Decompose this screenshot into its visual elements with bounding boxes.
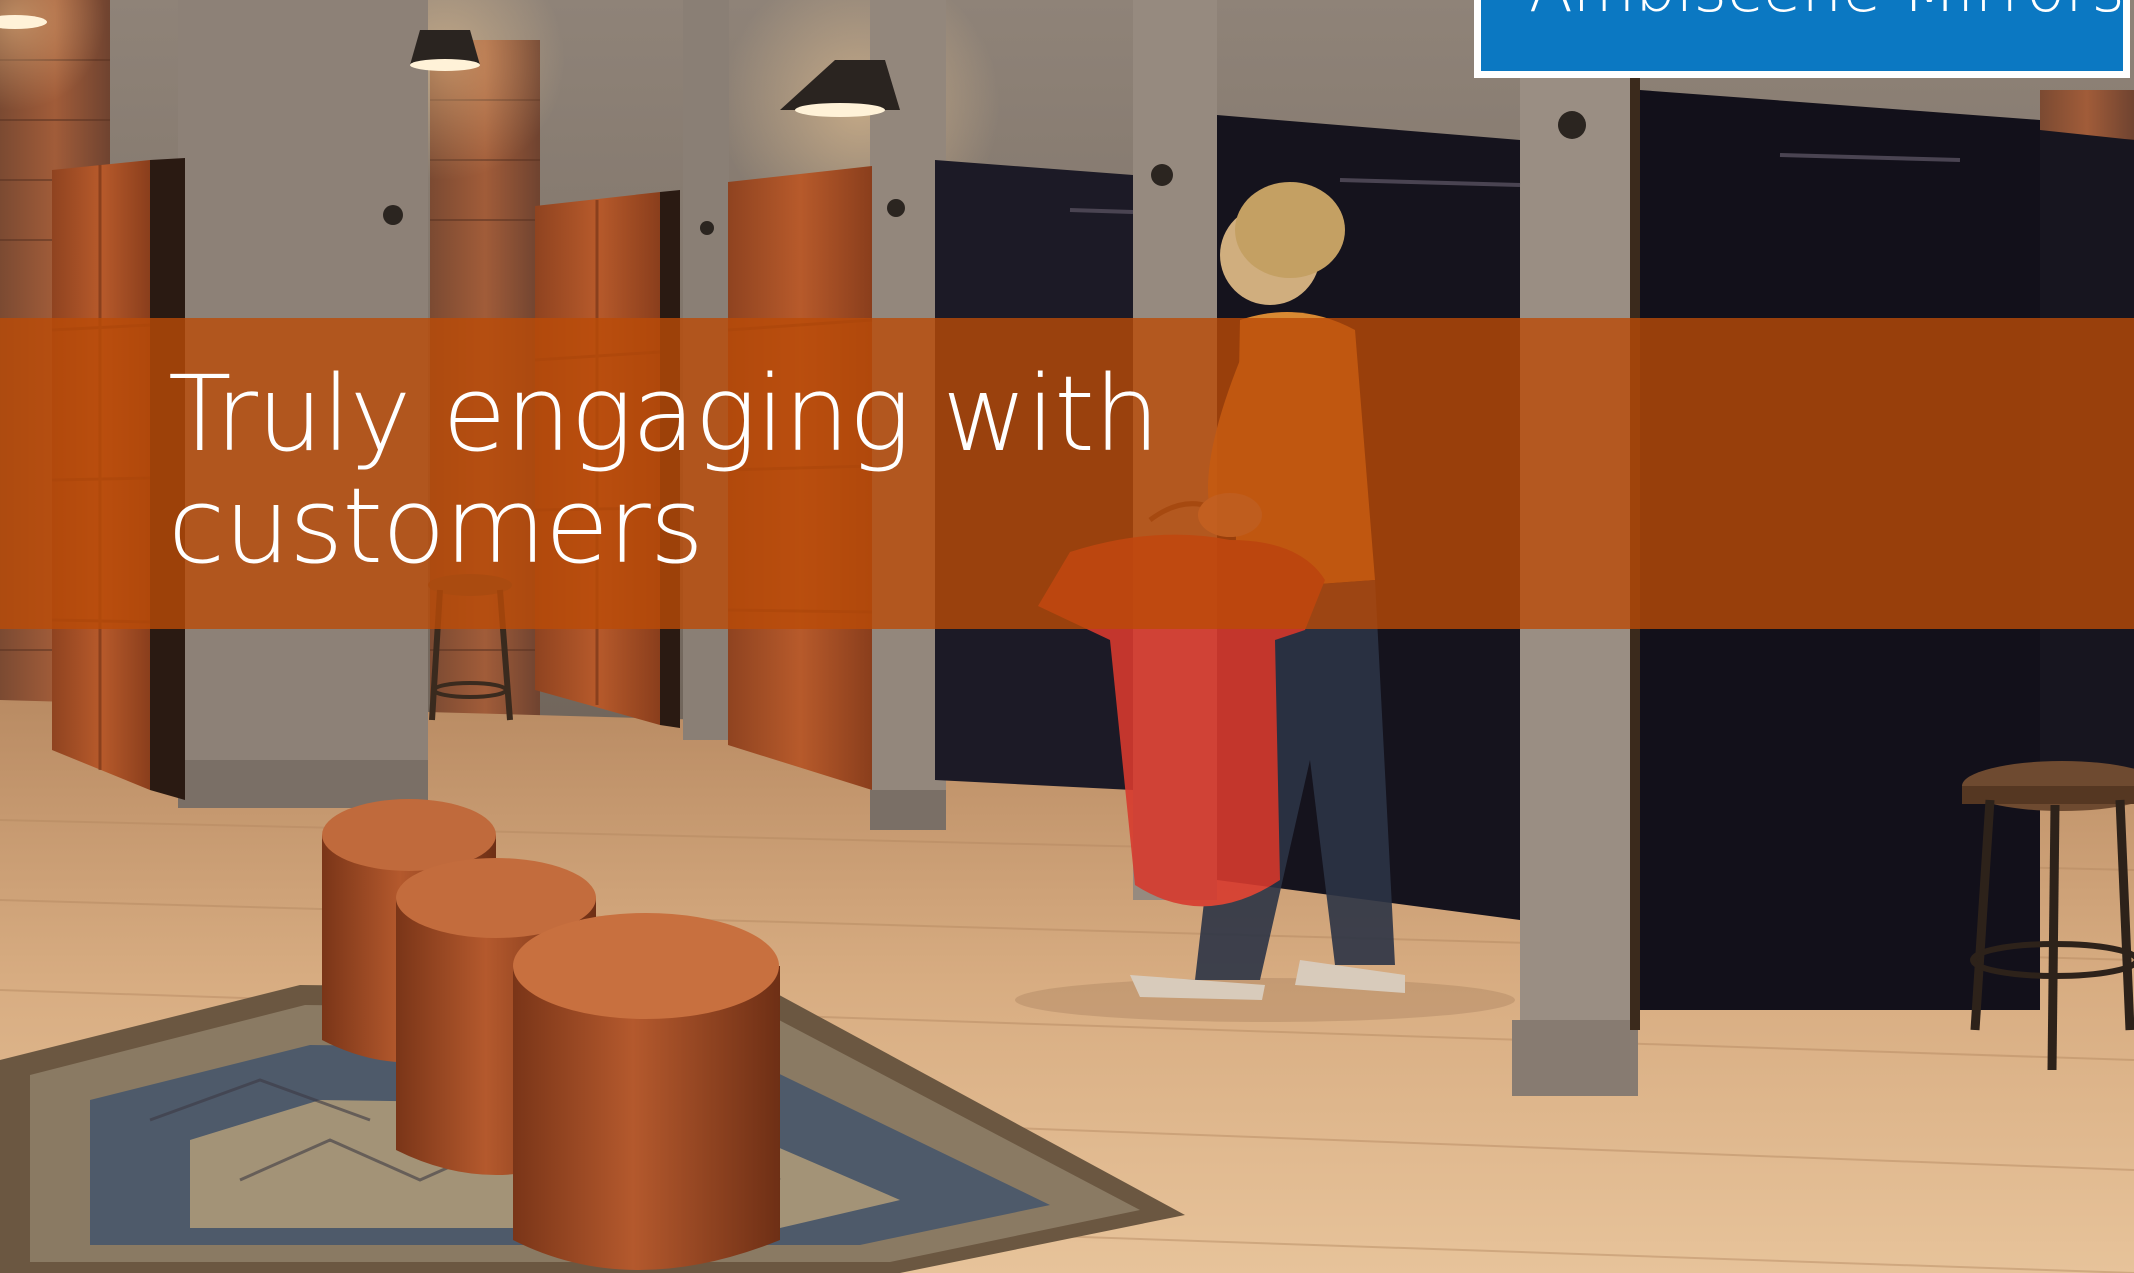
product-badge-label: Ambiscene Mirrors	[1529, 0, 2123, 27]
product-badge: Ambiscene Mirrors	[1474, 0, 2130, 78]
headline: Truly engaging with customers	[168, 353, 1160, 587]
headline-line-2: customers	[168, 465, 704, 587]
headline-line-1: Truly engaging with	[168, 353, 1160, 475]
fitting-room-photo	[0, 0, 2134, 1273]
hero-slide: Truly engaging with customers Ambiscene …	[0, 0, 2134, 1273]
